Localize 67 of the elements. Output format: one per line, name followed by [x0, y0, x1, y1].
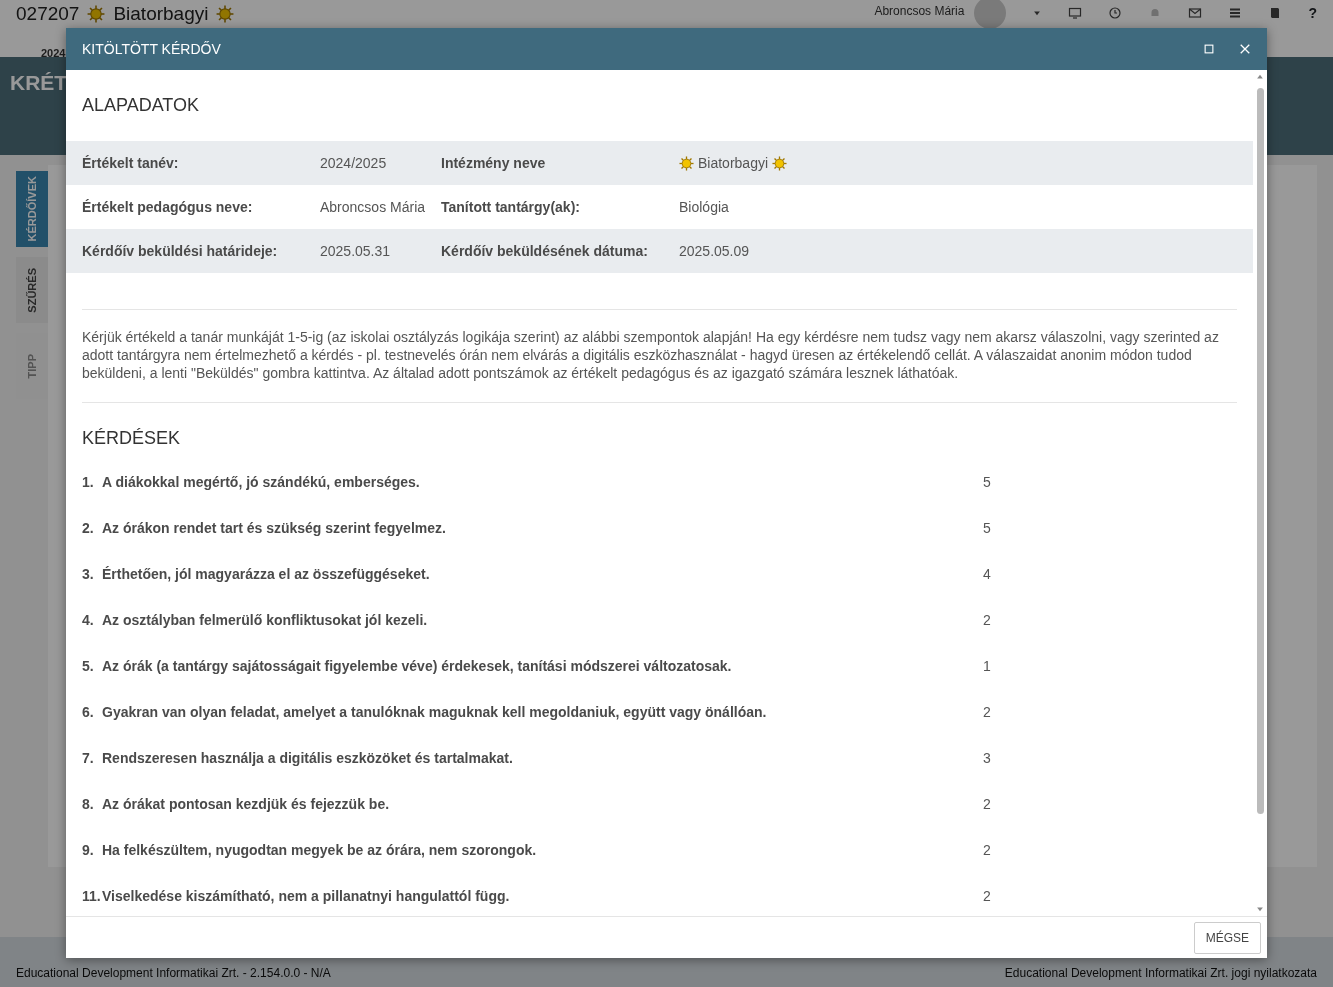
help-link[interactable]: ?: [1308, 2, 1317, 24]
question-number: 6.: [82, 703, 95, 722]
sun-icon: [772, 155, 788, 171]
field-value: 2025.05.31: [320, 241, 392, 261]
question-number: 8.: [82, 795, 95, 814]
question-text: Viselkedése kiszámítható, nem a pillanatnyi hangulattól függ.: [102, 887, 511, 906]
page-code: 027207: [16, 3, 80, 25]
field-value: 2025.05.09: [679, 241, 751, 261]
question-score: 4: [983, 565, 992, 584]
field-label: Tanított tantárgy(ak):: [441, 197, 581, 217]
mail-icon[interactable]: [1188, 6, 1203, 20]
side-tab[interactable]: KÉRDŐÍVEK: [16, 171, 48, 247]
field-value: Abroncsos Mária: [320, 197, 427, 217]
question-number: 4.: [82, 611, 95, 630]
maximize-icon[interactable]: [1203, 42, 1215, 56]
modal-title: KITÖLTÖTT KÉRDŐV: [82, 39, 221, 59]
question-text: Rendszeresen használja a digitális eszközöket és tartalmakat.: [102, 749, 514, 768]
question-number: 1.: [82, 473, 95, 492]
field-label: Értékelt pedagógus neve:: [82, 197, 254, 217]
question-score: 2: [983, 887, 992, 906]
field-label: Kérdőív beküldésének dátuma:: [441, 241, 649, 261]
app-logo: KRÉT: [10, 70, 68, 96]
side-tab[interactable]: SZŰRÉS: [16, 257, 48, 323]
question-number: 11.: [82, 887, 102, 906]
question-score: 1: [983, 657, 992, 676]
field-label: Intézmény neve: [441, 153, 547, 173]
question-score: 3: [983, 749, 992, 768]
clock-icon[interactable]: [1108, 6, 1123, 20]
question-score: 2: [983, 841, 992, 860]
question-number: 2.: [82, 519, 95, 538]
question-score: 2: [983, 703, 992, 722]
question-score: 2: [983, 611, 992, 630]
question-score: 2: [983, 795, 992, 814]
legal-link[interactable]: Educational Development Informatikai Zrt. jogi nyilatkozata: [1004, 966, 1317, 980]
user-name: Abroncsos Mária: [874, 3, 965, 20]
footer-version: Educational Development Informatikai Zrt. - 2.154.0.0 - N/A: [16, 966, 331, 980]
school-year: 2024: [41, 46, 66, 61]
close-icon[interactable]: [1239, 42, 1251, 56]
field-value: 2024/2025: [320, 153, 388, 173]
question-text: Érthetően, jól magyarázza el az összefüggéseket.: [102, 565, 431, 584]
cancel-button[interactable]: MÉGSE: [1193, 921, 1261, 954]
field-value: Biatorbagyi: [698, 153, 769, 173]
question-number: 3.: [82, 565, 95, 584]
field-label: Értékelt tanév:: [82, 153, 180, 173]
question-text: Az órákon rendet tart és szükség szerint fegyelmez.: [102, 519, 447, 538]
sun-icon: [87, 5, 106, 23]
question-text: Az órák (a tantárgy sajátosságait figyelembe véve) érdekesek, tanítási módszerei változatosak.: [102, 657, 733, 676]
monitor-icon[interactable]: [1068, 6, 1083, 20]
question-text: Az órákat pontosan kezdjük és fejezzük be.: [102, 795, 391, 814]
instructions-text: Kérjük értékeld a tanár munkáját 1-5-ig (az iskolai osztályzás logikája szerint) az alábbi szempontok alapján! Ha egy kérdésre nem tudsz vagy nem akarsz válaszolni, vagy szerinted az adott tantárgyra nem értelmezhető a kérdés - pl. testnevelés órán nem elvárás a digitális eszközhasználat - hagyd üresen az értékelendő cellát. A válaszaidat anonim módon tudod beküldeni, a lenti "Beküldés" gombra kattintva. Az általad adott pontszámok az értékelt pedagógus és az igazgató számára lesznek láthatóak.: [81, 328, 1220, 383]
question-number: 5.: [82, 657, 95, 676]
list-icon[interactable]: [1228, 6, 1243, 20]
question-score: 5: [983, 473, 992, 492]
section-title: ALAPADATOK: [81, 94, 201, 117]
sun-icon: [216, 5, 235, 23]
sun-icon: [679, 155, 694, 171]
field-value: Biológia: [679, 197, 730, 217]
question-number: 7.: [82, 749, 95, 768]
section-title: KÉRDÉSEK: [81, 427, 182, 450]
institution-name: Biatorbagyi: [113, 3, 209, 25]
question-text: Ha felkészültem, nyugodtan megyek be az órára, nem szorongok.: [102, 841, 538, 860]
question-score: 5: [983, 519, 992, 538]
question-text: Az osztályban felmerülő konfliktusokat jól kezeli.: [102, 611, 429, 630]
question-text: A diákokkal megértő, jó szándékú, emberséges.: [102, 473, 421, 492]
question-number: 9.: [82, 841, 95, 860]
question-text: Gyakran van olyan feladat, amelyet a tanulóknak maguknak kell megoldaniuk, együtt vagy önállóan.: [102, 703, 768, 722]
field-label: Kérdőív beküldési határideje:: [82, 241, 279, 261]
